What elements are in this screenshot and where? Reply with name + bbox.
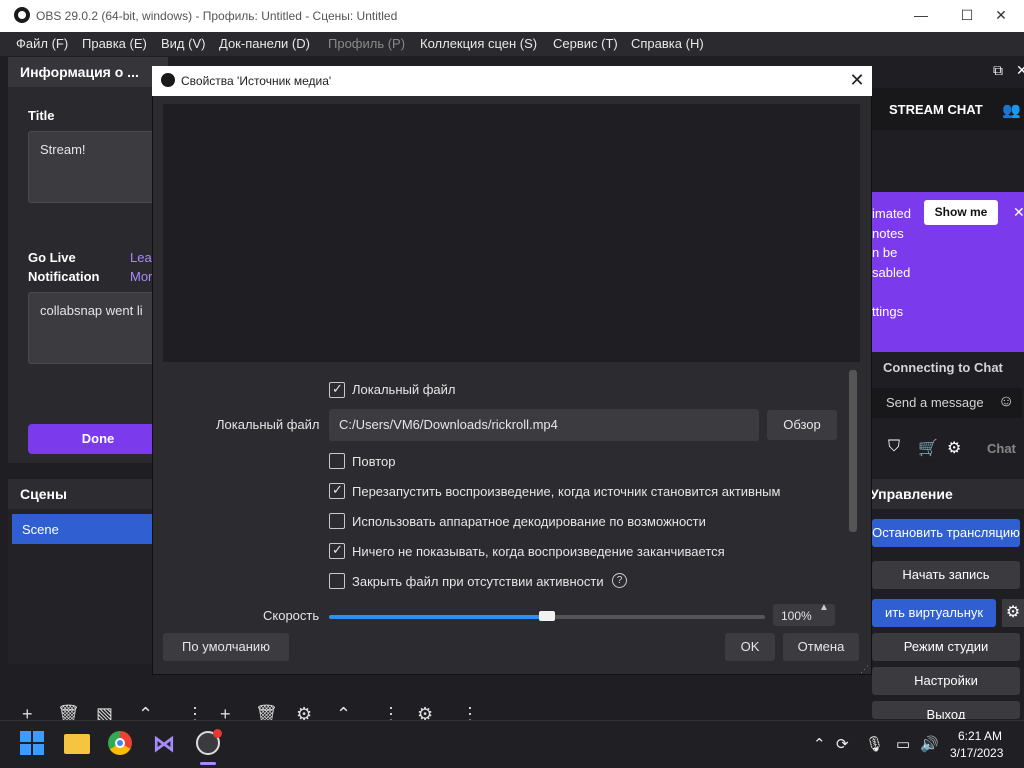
visual-studio-icon[interactable]: ⋈	[153, 731, 179, 757]
studio-mode-button[interactable]: Режим студии	[872, 633, 1020, 661]
speed-slider-fill	[329, 615, 547, 619]
local-file-checkbox[interactable]	[329, 381, 345, 398]
close-button[interactable]: ✕	[978, 0, 1024, 32]
window-titlebar: OBS 29.0.2 (64-bit, windows) - Профиль: …	[0, 0, 1024, 32]
show-nothing-when-ended-label: Ничего не показывать, когда воспроизведе…	[352, 544, 725, 559]
close-when-inactive-checkbox[interactable]	[329, 573, 345, 589]
gear-icon[interactable]: ⚙	[947, 438, 961, 458]
spin-up-icon[interactable]: ▲	[819, 602, 829, 613]
promo-text: imated notes n be sabled ttings	[872, 206, 912, 319]
sync-icon[interactable]: ⟳	[836, 735, 849, 753]
close-when-inactive-label: Закрыть файл при отсутствии активности	[352, 574, 604, 589]
stream-chat-title: STREAM CHAT	[889, 102, 983, 117]
connecting-status: Connecting to Chat	[883, 360, 1003, 375]
scenes-header: Сцены	[8, 479, 168, 509]
cart-icon[interactable]: 🛒	[918, 438, 938, 458]
scene-item[interactable]: Scene	[12, 514, 162, 544]
more-link[interactable]: Mor	[130, 269, 152, 284]
users-icon[interactable]: 👥	[1002, 101, 1021, 119]
recording-dot-icon	[213, 729, 222, 738]
cancel-button[interactable]: Отмена	[783, 633, 859, 661]
restart-on-active-checkbox[interactable]	[329, 482, 345, 499]
menu-bar: Файл (F) Правка (E) Вид (V) Док-панели (…	[0, 32, 1024, 56]
show-nothing-when-ended-checkbox[interactable]	[329, 542, 345, 559]
virtual-camera-button[interactable]: ить виртуальнук	[872, 599, 996, 627]
title-label: Title	[28, 108, 55, 123]
dialog-close-icon[interactable]: ✕	[846, 70, 868, 92]
menu-file[interactable]: Файл (F)	[16, 36, 68, 51]
dialog-title: Свойства 'Источник медиа'	[181, 74, 332, 88]
emoji-icon[interactable]: ☺	[998, 393, 1014, 411]
minimize-button[interactable]: —	[898, 0, 944, 32]
defaults-button[interactable]: По умолчанию	[163, 633, 289, 661]
obs-logo-icon	[14, 7, 30, 23]
clock-time[interactable]: 6:21 AM	[958, 729, 1002, 743]
golive-label: Go Live	[28, 250, 76, 265]
obs-logo-icon	[161, 73, 175, 87]
properties-scrollbar[interactable]	[849, 370, 857, 532]
menu-scene-collection[interactable]: Коллекция сцен (S)	[420, 36, 537, 51]
local-file-label: Локальный файл	[216, 417, 320, 432]
shield-icon[interactable]: ⛉	[888, 438, 900, 456]
resize-grip-icon[interactable]: ⋰	[860, 664, 869, 675]
window-title: OBS 29.0.2 (64-bit, windows) - Профиль: …	[36, 9, 398, 23]
controls-header: Управление	[864, 479, 1024, 509]
ok-button[interactable]: OK	[725, 633, 775, 661]
volume-icon[interactable]: 🔊	[920, 735, 939, 753]
settings-button[interactable]: Настройки	[872, 667, 1020, 695]
virtual-camera-settings-icon[interactable]: ⚙	[1002, 599, 1024, 627]
undock-icon[interactable]: ⧉	[993, 62, 1003, 79]
local-file-path-input[interactable]: C:/Users/VM6/Downloads/rickroll.mp4	[329, 409, 759, 441]
microphone-icon[interactable]: 🎙	[865, 735, 884, 753]
learn-more-link[interactable]: Lea	[130, 250, 152, 265]
browse-button[interactable]: Обзор	[767, 410, 837, 440]
dismiss-promo-icon[interactable]: ✕	[1013, 204, 1024, 221]
menu-edit[interactable]: Правка (E)	[82, 36, 147, 51]
display-icon[interactable]: ▭	[896, 735, 910, 753]
speed-label: Скорость	[263, 608, 320, 623]
menu-docks[interactable]: Док-панели (D)	[219, 36, 310, 51]
stream-info-header: Информация о ...	[8, 57, 168, 87]
file-explorer-icon[interactable]	[64, 734, 90, 754]
chrome-icon[interactable]	[108, 731, 132, 755]
tray-overflow-icon[interactable]: ⌃	[813, 735, 826, 753]
start-recording-button[interactable]: Начать запись	[872, 561, 1020, 589]
menu-help[interactable]: Справка (H)	[631, 36, 704, 51]
exit-button[interactable]: Выход	[872, 701, 1020, 719]
menu-view[interactable]: Вид (V)	[161, 36, 205, 51]
done-button[interactable]: Done	[28, 424, 168, 454]
clock-date[interactable]: 3/17/2023	[950, 746, 1003, 760]
hw-decoding-label: Использовать аппаратное декодирование по…	[352, 514, 706, 529]
chat-button[interactable]: Chat	[987, 441, 1016, 456]
loop-checkbox[interactable]	[329, 453, 345, 469]
restart-on-active-label: Перезапустить воспроизведение, когда ист…	[352, 484, 781, 499]
active-app-indicator	[200, 762, 216, 765]
help-icon[interactable]: ?	[612, 573, 627, 588]
speed-slider-handle[interactable]	[539, 611, 555, 621]
windows-start-icon[interactable]	[20, 731, 46, 757]
menu-profile[interactable]: Профиль (P)	[328, 36, 405, 51]
golive-notification-field[interactable]: collabsnap went li	[28, 292, 160, 364]
menu-tools[interactable]: Сервис (T)	[553, 36, 618, 51]
local-file-checkbox-label: Локальный файл	[352, 382, 456, 397]
title-field[interactable]: Stream!	[28, 131, 160, 203]
show-me-button[interactable]: Show me	[924, 200, 998, 225]
media-preview	[163, 104, 860, 362]
notification-label: Notification	[28, 269, 100, 284]
hw-decoding-checkbox[interactable]	[329, 513, 345, 529]
stop-streaming-button[interactable]: Остановить трансляцию	[872, 519, 1020, 547]
close-dock-icon[interactable]: ✕	[1016, 62, 1024, 79]
loop-label: Повтор	[352, 454, 396, 469]
